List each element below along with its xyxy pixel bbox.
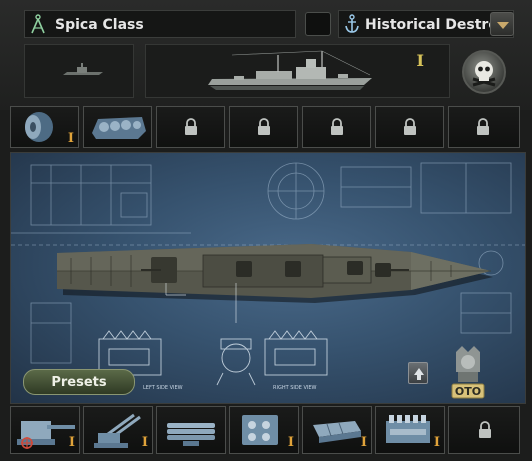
equipment-slot-engine[interactable]: I [375, 406, 445, 454]
anchor-icon [345, 14, 359, 33]
hull-tier-label: I [416, 51, 424, 70]
lock-icon [331, 118, 343, 135]
equipment-tier-2: I [141, 435, 148, 450]
lock-icon [477, 118, 489, 135]
ship-icon-preview[interactable] [24, 44, 134, 98]
equipment-slot-torpedo[interactable] [156, 406, 226, 454]
role-selector[interactable]: Historical Destro... [338, 10, 514, 38]
ship-name-field[interactable]: Spica Class [24, 10, 296, 38]
equipment-row: I I I I I [10, 406, 526, 456]
torpedo-tubes-icon [167, 423, 215, 446]
hull-module-row: I [10, 106, 526, 150]
ship-silhouette-small [63, 63, 103, 75]
module-slot-5-locked [302, 106, 371, 148]
engine-block-icon [92, 117, 146, 139]
module-slot-3-locked [156, 106, 225, 148]
left-side-view-label: LEFT SIDE VIEW [143, 385, 183, 391]
manufacturer-badge[interactable]: OTO [446, 344, 490, 402]
skull-icon [472, 61, 496, 87]
lock-icon [185, 118, 197, 135]
equipment-slot-fire-control[interactable]: I [229, 406, 299, 454]
equipment-slot-armor[interactable]: I [302, 406, 372, 454]
ship-top-view [57, 244, 493, 303]
scroll-up-button[interactable] [408, 362, 428, 384]
module-slot-7-locked [448, 106, 520, 148]
equipment-tier-4: I [287, 435, 294, 450]
lock-icon [404, 118, 416, 135]
module-slot-4-locked [229, 106, 298, 148]
compass-icon [31, 14, 45, 34]
ship-name-text: Spica Class [55, 17, 144, 33]
role-dropdown-button[interactable] [490, 12, 514, 36]
module-slot-6-locked [375, 106, 444, 148]
lock-icon [479, 421, 491, 438]
manufacturer-logo-icon: OTO [451, 346, 485, 399]
arrow-up-icon [414, 368, 424, 380]
fleet-in-being-button[interactable] [462, 50, 506, 94]
ship-silhouette-large [208, 50, 372, 90]
module-slot-1[interactable]: I [10, 106, 79, 148]
lock-icon [258, 118, 270, 135]
equipment-tier-5: I [360, 435, 367, 450]
right-side-view-label: RIGHT SIDE VIEW [273, 385, 317, 391]
ship-model-preview: I [145, 44, 450, 98]
equipment-slot-main-battery[interactable]: I [10, 406, 80, 454]
equipment-tier-6: I [433, 435, 440, 450]
equipment-slot-aa[interactable]: I [83, 406, 153, 454]
module-slot-2[interactable] [83, 106, 152, 148]
obsolete-checkbox[interactable] [305, 12, 331, 36]
presets-button[interactable]: Presets [23, 369, 135, 395]
equipment-slot-locked [448, 406, 520, 454]
manufacturer-name: OTO [455, 385, 481, 398]
equipment-tier-1: I [68, 435, 75, 450]
module-tier-1: I [67, 131, 74, 146]
